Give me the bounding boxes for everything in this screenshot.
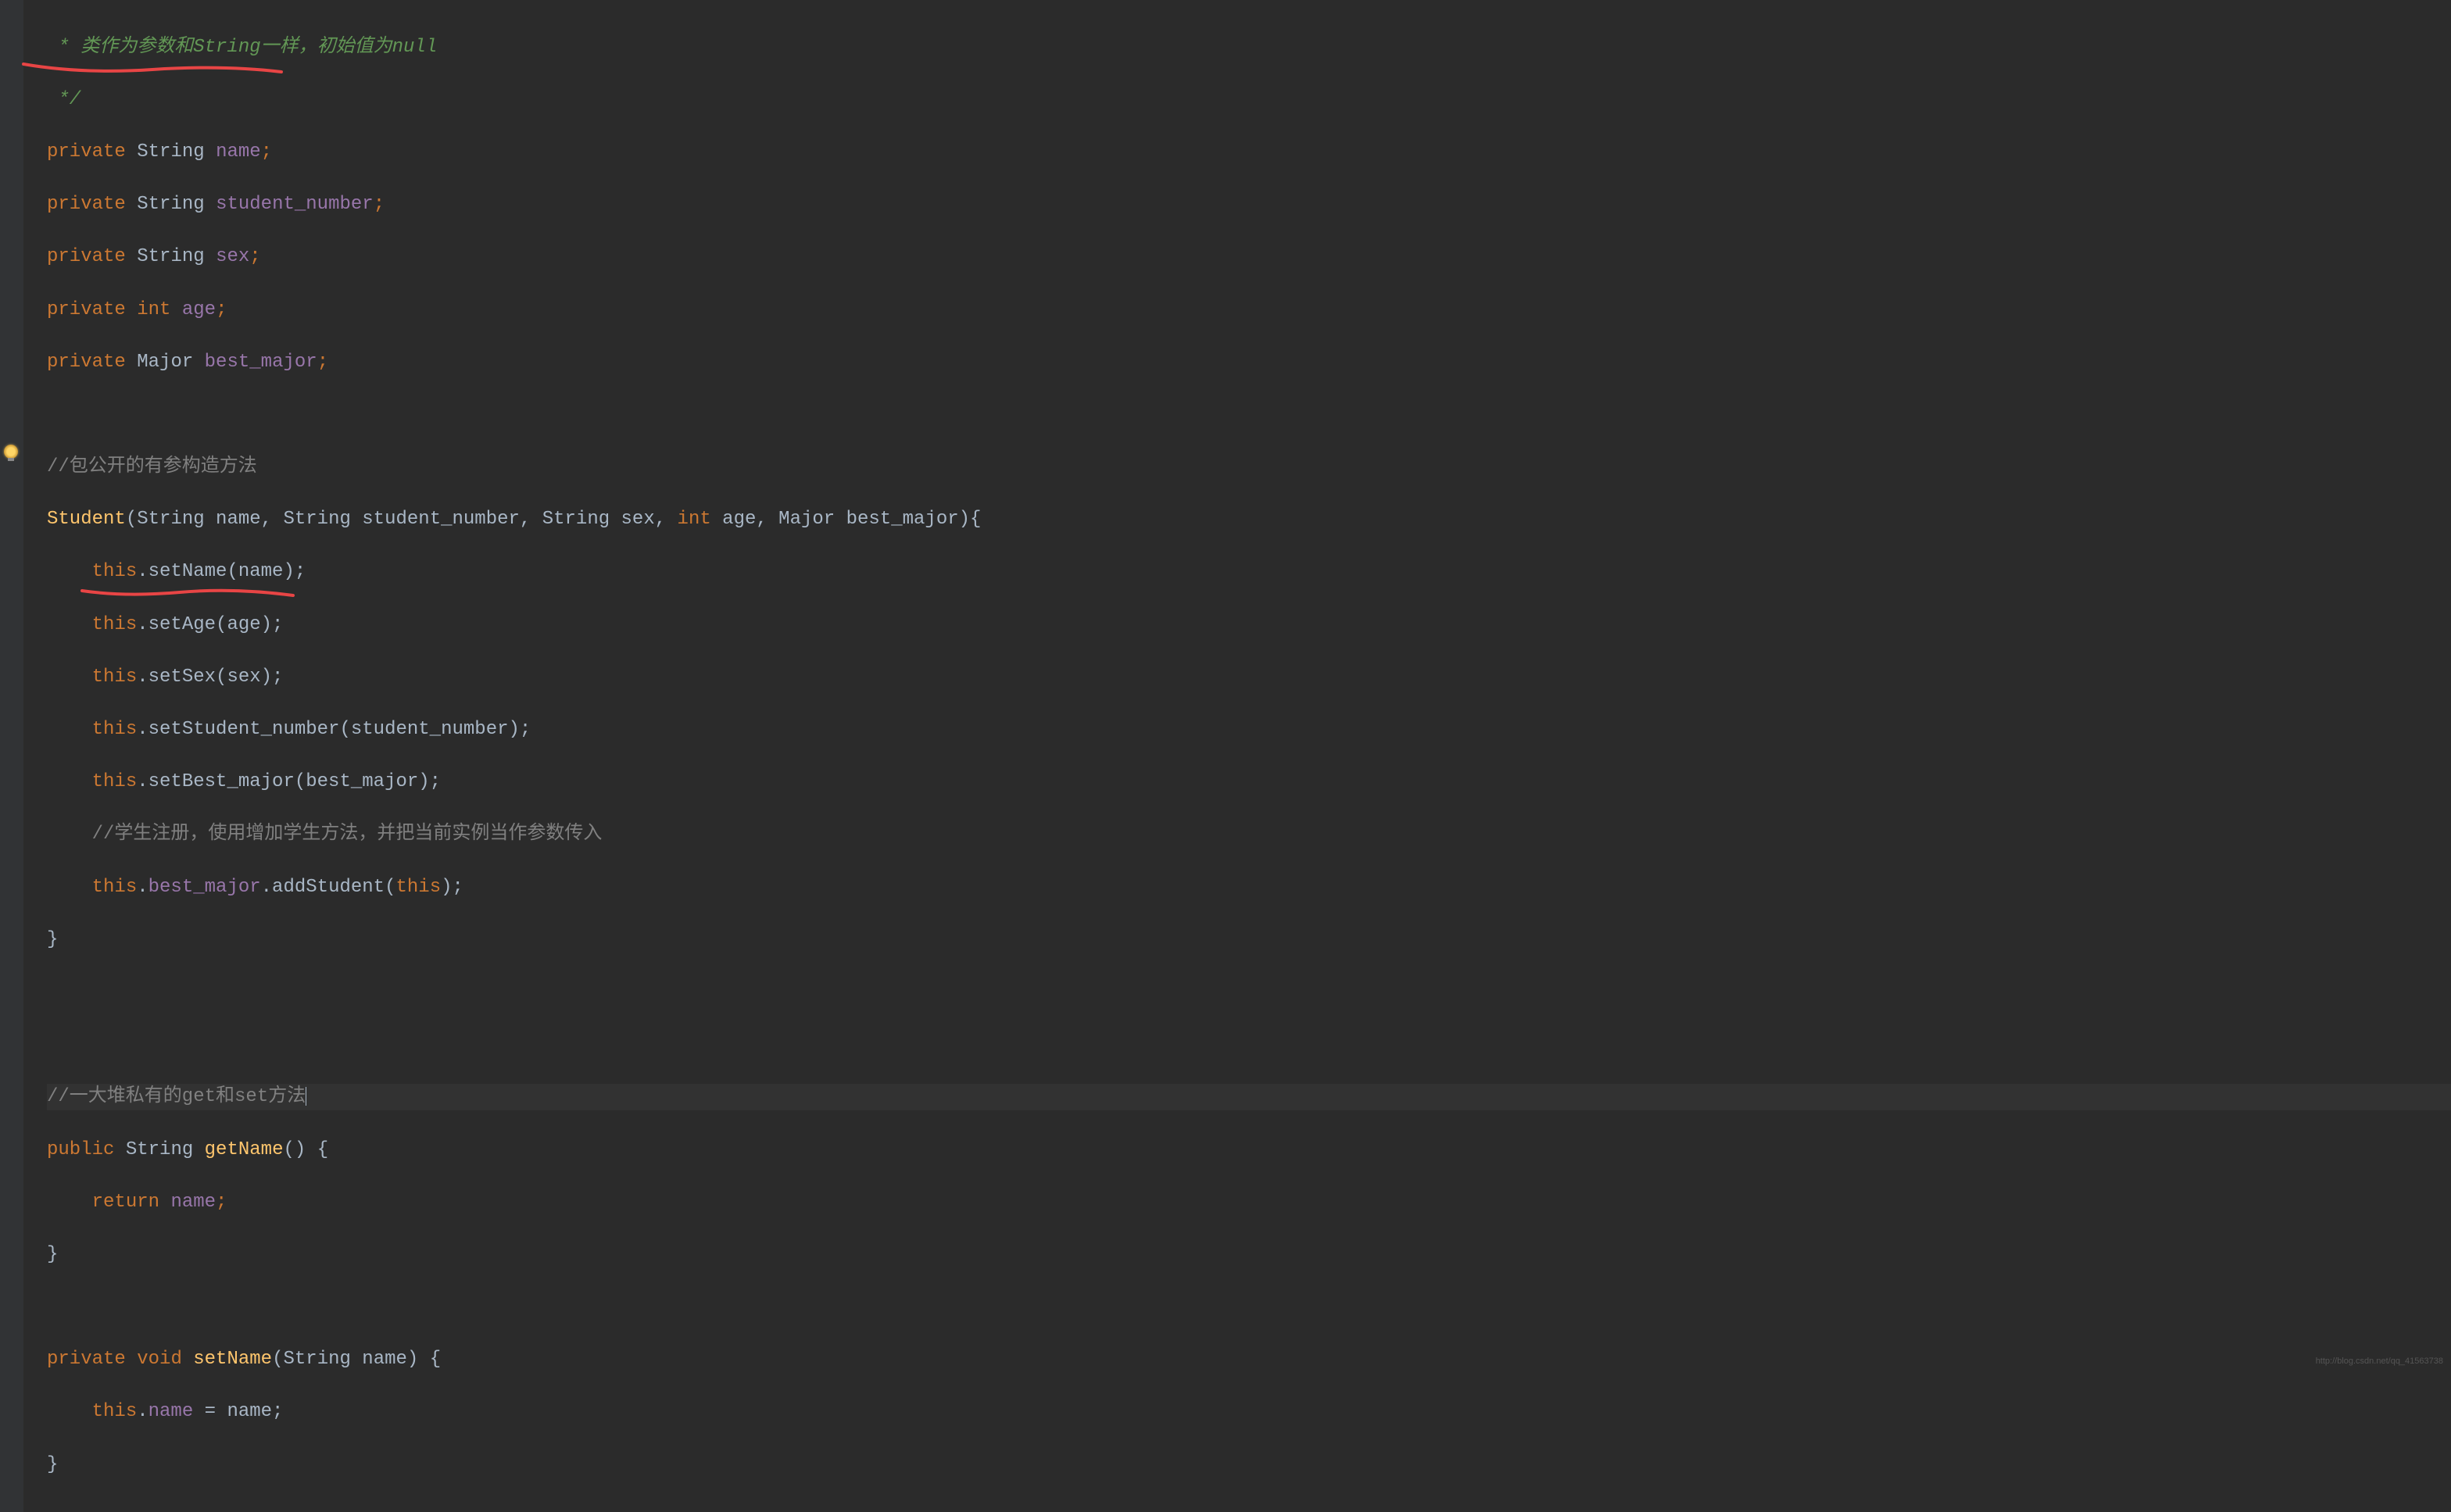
code-line: this.setSex(sex); — [47, 664, 2451, 691]
code-line: private String sex; — [47, 244, 2451, 270]
field-name: age — [182, 299, 216, 320]
type: String — [126, 1139, 193, 1160]
code-line: return name; — [47, 1189, 2451, 1216]
field-name: best_major — [205, 352, 317, 373]
code-editor[interactable]: * 类作为参数和String一样，初始值为null */ private Str… — [23, 0, 2451, 1512]
comment-text: //一大堆私有的get和set方法 — [47, 1086, 306, 1107]
method-name: setName — [193, 1349, 272, 1370]
keyword: private — [47, 194, 126, 215]
code-line: Student(String name, String student_numb… — [47, 506, 2451, 533]
code-line: this.name = name; — [47, 1399, 2451, 1425]
type: String — [137, 141, 204, 163]
code-line: private Major best_major; — [47, 349, 2451, 376]
field-name: student_number — [216, 194, 374, 215]
keyword: this — [92, 614, 138, 635]
keyword: return — [92, 1192, 159, 1213]
keyword: void — [137, 1349, 182, 1370]
type: int — [137, 299, 170, 320]
code-line: this.setName(name); — [47, 559, 2451, 585]
code-line: } — [47, 1242, 2451, 1268]
code-line: private String name; — [47, 139, 2451, 166]
keyword: private — [47, 1349, 126, 1370]
keyword: private — [47, 246, 126, 267]
type: String — [137, 246, 204, 267]
code-line: //学生注册，使用增加学生方法，并把当前实例当作参数传入 — [47, 821, 2451, 848]
comment-text: */ — [47, 89, 81, 110]
comment-text: //学生注册，使用增加学生方法，并把当前实例当作参数传入 — [92, 824, 603, 845]
editor-gutter — [0, 0, 23, 1512]
keyword: private — [47, 352, 126, 373]
field-name: sex — [216, 246, 249, 267]
code-line: this.setAge(age); — [47, 612, 2451, 638]
keyword: this — [92, 561, 138, 582]
code-line: this.best_major.addStudent(this); — [47, 874, 2451, 901]
code-line — [47, 979, 2451, 1006]
code-line: private void setName(String name) { — [47, 1346, 2451, 1373]
watermark-text: http://blog.csdn.net/qq_41563738 — [2316, 1356, 2443, 1367]
field-name: name — [170, 1192, 216, 1213]
comment-text: * 类作为参数和String一样，初始值为null — [47, 37, 437, 58]
keyword: this — [92, 1401, 138, 1422]
code-line: this.setStudent_number(student_number); — [47, 717, 2451, 743]
code-line: private int age; — [47, 297, 2451, 323]
code-line: private String student_number; — [47, 191, 2451, 218]
keyword: this — [92, 771, 138, 792]
lightbulb-icon[interactable] — [4, 445, 18, 459]
keyword: public — [47, 1139, 114, 1160]
field-name: name — [148, 1401, 194, 1422]
keyword: this — [92, 877, 138, 898]
comment-text: //包公开的有参构造方法 — [47, 456, 257, 477]
code-line — [47, 402, 2451, 428]
code-line: } — [47, 927, 2451, 953]
constructor-name: Student — [47, 509, 126, 530]
field-name: name — [216, 141, 261, 163]
keyword: private — [47, 299, 126, 320]
method-name: getName — [205, 1139, 284, 1160]
keyword: this — [92, 719, 138, 740]
code-line-active: //一大堆私有的get和set方法 — [47, 1084, 2451, 1110]
code-line — [47, 1294, 2451, 1321]
type: String — [137, 194, 204, 215]
keyword: this — [92, 667, 138, 688]
code-line: this.setBest_major(best_major); — [47, 769, 2451, 795]
keyword: private — [47, 141, 126, 163]
code-line: */ — [47, 87, 2451, 113]
code-line: * 类作为参数和String一样，初始值为null — [47, 34, 2451, 61]
code-line — [47, 1031, 2451, 1058]
code-line: //包公开的有参构造方法 — [47, 454, 2451, 481]
type: Major — [137, 352, 193, 373]
code-line: } — [47, 1452, 2451, 1478]
code-line: public String getName() { — [47, 1137, 2451, 1163]
